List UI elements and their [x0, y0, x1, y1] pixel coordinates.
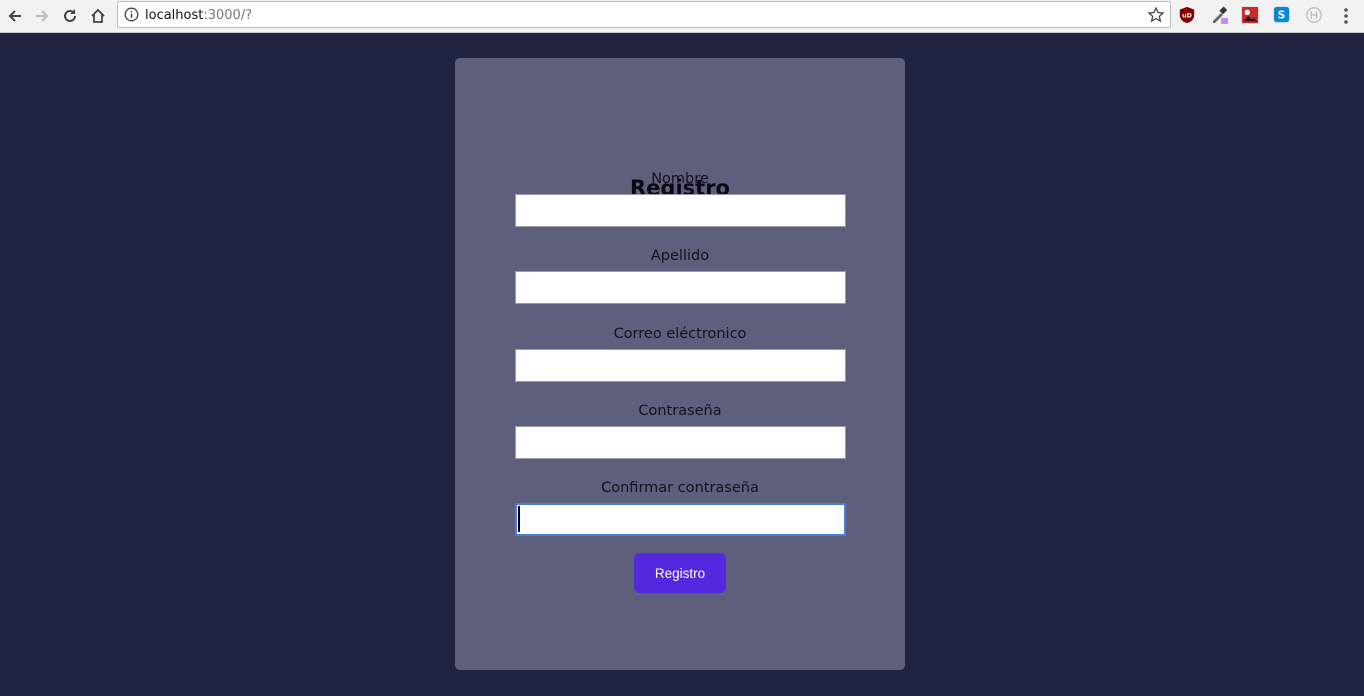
image-extension-icon[interactable]	[1240, 5, 1260, 25]
home-button[interactable]	[86, 4, 110, 28]
password-label: Contraseña	[638, 403, 722, 419]
svg-text:S: S	[1278, 9, 1286, 22]
address-bar[interactable]: localhost:3000/?	[117, 1, 1171, 28]
reload-icon	[64, 9, 76, 22]
apellido-input[interactable]	[515, 271, 846, 304]
skype-extension-icon[interactable]: S	[1272, 5, 1292, 25]
url-text[interactable]: localhost:3000/?	[145, 8, 252, 23]
forward-button[interactable]	[30, 4, 54, 28]
browser-toolbar: localhost:3000/? uD S	[0, 0, 1364, 33]
confirm-password-label: Confirmar contraseña	[601, 480, 759, 496]
site-info-icon[interactable]	[124, 7, 139, 22]
forward-icon	[36, 10, 49, 22]
email-label: Correo eléctronico	[613, 326, 747, 342]
password-input[interactable]	[515, 426, 846, 459]
nombre-label: Nombre	[651, 171, 709, 187]
ublock-extension-icon[interactable]: uD	[1177, 5, 1197, 25]
confirm-password-input[interactable]	[515, 503, 846, 536]
eyedropper-extension-icon[interactable]	[1209, 5, 1229, 25]
back-icon	[8, 10, 21, 22]
home-icon	[91, 8, 105, 23]
hypothesis-extension-icon[interactable]	[1304, 5, 1324, 25]
menu-icon[interactable]	[1337, 6, 1355, 26]
url-host: localhost	[145, 8, 204, 23]
apellido-label: Apellido	[650, 248, 710, 264]
nombre-input[interactable]	[515, 194, 846, 227]
reload-button[interactable]	[58, 4, 82, 28]
register-button[interactable]: Registro	[634, 553, 726, 593]
svg-text:uD: uD	[1182, 13, 1192, 20]
email-input[interactable]	[515, 349, 846, 382]
registration-card: Registro Nombre Apellido Correo eléctron…	[455, 58, 905, 670]
url-port-path: :3000/?	[203, 8, 253, 23]
bookmark-star-icon[interactable]	[1147, 6, 1165, 24]
text-caret	[518, 506, 520, 532]
back-button[interactable]	[3, 4, 27, 28]
